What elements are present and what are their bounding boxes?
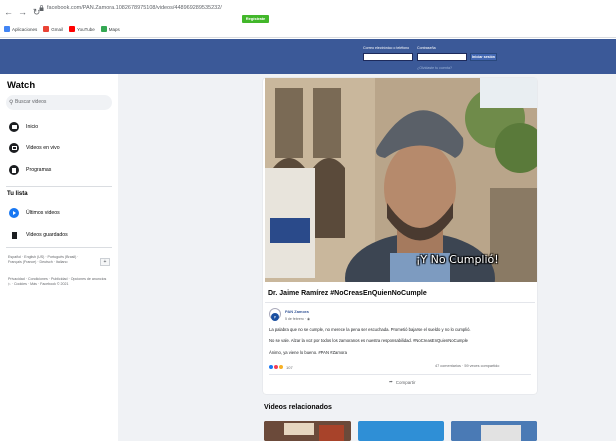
sidebar-item-latest-videos[interactable]: Últimos videos: [9, 207, 60, 219]
video-caption: ¡Y No Cumplió!: [416, 253, 499, 266]
your-list-heading: Tu lista: [7, 191, 28, 197]
share-icon: ➦: [389, 379, 393, 384]
email-field[interactable]: [363, 53, 413, 61]
register-button[interactable]: Regístrate: [242, 15, 269, 23]
haha-reaction-icon: [278, 364, 284, 370]
sidebar-divider: [6, 247, 112, 248]
thumbnail-image: [264, 421, 351, 441]
card-divider: [265, 302, 535, 303]
more-languages-button[interactable]: +: [100, 258, 110, 266]
bookmark-apps[interactable]: Aplicaciones: [4, 26, 37, 32]
login-button[interactable]: Iniciar sesión: [470, 53, 497, 61]
sidebar-item-home[interactable]: Inicio: [9, 121, 38, 133]
post-text-line: La palabra que no se cumple, no merece l…: [269, 327, 471, 332]
related-video-thumbnail[interactable]: [358, 421, 444, 441]
related-videos-heading: Videos relacionados: [264, 404, 332, 411]
page-title: Watch: [7, 80, 36, 91]
tv-icon: [9, 122, 19, 132]
bookmark-gmail[interactable]: Gmail: [43, 26, 63, 32]
apps-grid-icon: [4, 26, 10, 32]
search-placeholder: Buscar videos: [15, 99, 47, 105]
password-label: Contraseña: [417, 46, 436, 50]
globe-icon: ◉: [307, 317, 311, 321]
reaction-summary[interactable]: 107: [268, 364, 293, 370]
footer-links[interactable]: Privacidad · Condiciones · Publicidad · …: [8, 277, 108, 287]
email-label: Correo electrónico o teléfono: [363, 46, 410, 50]
comment-share-stats[interactable]: 47 comentarios · 59 veces compartido: [435, 364, 499, 368]
pan-logo-icon: P: [271, 313, 279, 321]
live-icon: [9, 143, 19, 153]
lock-icon: [39, 5, 44, 11]
post-text-line: Ánimo, ya viene lo bueno. #PAN #Zamora: [269, 350, 347, 355]
forward-icon[interactable]: →: [17, 7, 28, 18]
sidebar-item-shows[interactable]: Programas: [9, 164, 51, 176]
play-icon: [9, 208, 19, 218]
share-button[interactable]: ➦ Compartir: [389, 379, 416, 385]
page-name-link[interactable]: PAN Zamora: [285, 309, 309, 314]
reaction-count: 107: [286, 364, 293, 370]
bookmark-maps[interactable]: Maps: [100, 26, 120, 32]
youtube-icon: [69, 26, 76, 32]
back-icon[interactable]: ←: [3, 7, 14, 18]
browser-chrome: ← → ↻ facebook.com/PAN.Zamora.1082678975…: [0, 0, 616, 38]
maps-icon: [100, 26, 107, 32]
sidebar-divider: [6, 186, 112, 187]
page-avatar[interactable]: P: [269, 308, 281, 321]
search-icon: ⚲: [9, 100, 14, 106]
post-text-line: No se vale. Alzar la voz por todos los z…: [269, 338, 469, 343]
video-player[interactable]: [265, 78, 537, 282]
shows-icon: [9, 165, 19, 175]
bookmarks-bar: Aplicaciones Gmail YouTube Maps: [4, 24, 120, 34]
card-divider: [269, 374, 531, 375]
password-field[interactable]: [417, 53, 467, 61]
facebook-header: [0, 39, 616, 74]
post-date[interactable]: 5 de febrero · ◉: [285, 317, 310, 321]
language-links[interactable]: Español · English (US) · Português (Bras…: [8, 255, 90, 265]
related-video-thumbnail[interactable]: [451, 421, 537, 441]
video-title: Dr. Jaime Ramírez #NoCreasEnQuienNoCumpl…: [268, 290, 427, 297]
sidebar-item-saved-videos[interactable]: Videos guardados: [9, 229, 68, 241]
bookmark-icon: [9, 230, 19, 240]
bookmark-youtube[interactable]: YouTube: [69, 26, 95, 32]
forgot-account-link[interactable]: ¿Olvidaste tu cuenta?: [417, 66, 452, 70]
related-video-thumbnail[interactable]: [264, 421, 351, 441]
sidebar-item-live[interactable]: Videos en vivo: [9, 142, 60, 154]
thumbnail-image: [451, 421, 537, 441]
video-frame: [265, 78, 537, 282]
gmail-icon: [43, 26, 50, 32]
